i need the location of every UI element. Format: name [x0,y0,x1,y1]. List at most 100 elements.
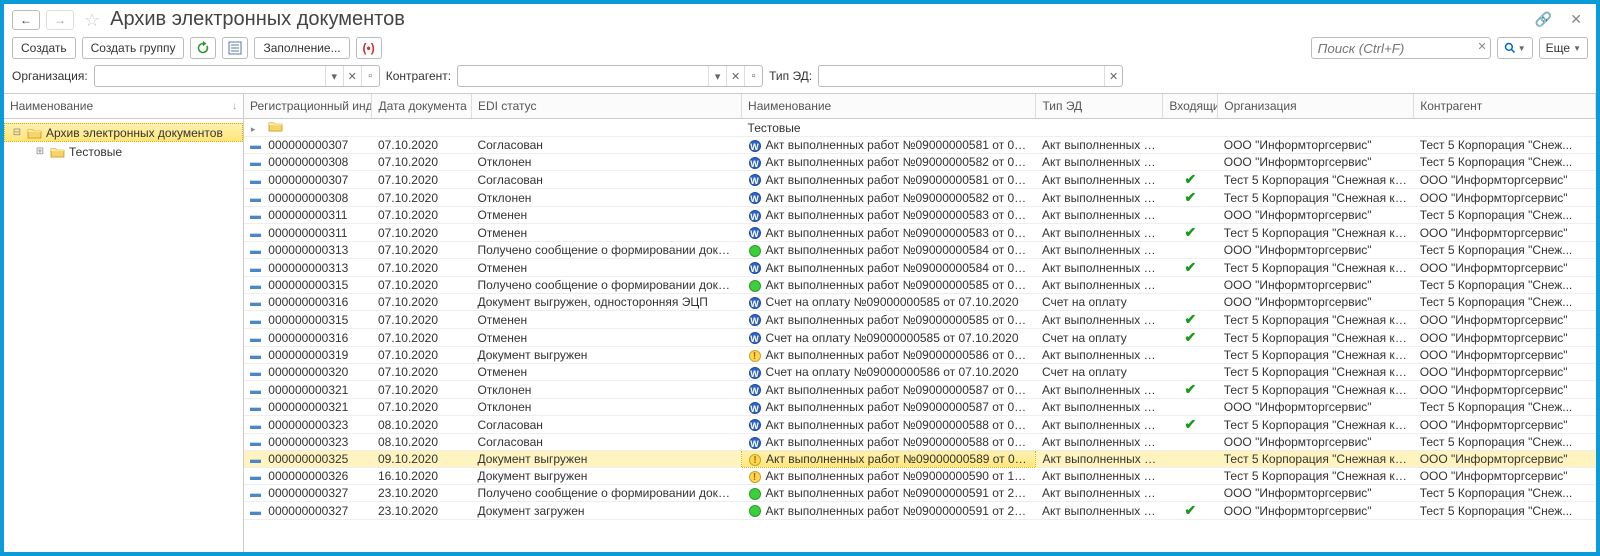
grid-header-row: Регистрационный индекс Дата документа↓ E… [244,94,1596,119]
clear-icon[interactable]: ✕ [343,66,361,86]
expand-icon[interactable]: ▫ [744,66,762,86]
nav-back-button[interactable]: ← [12,10,40,30]
cell-contragent: ООО "Информторгсервис" [1414,311,1596,329]
grid-panel[interactable]: Регистрационный индекс Дата документа↓ E… [244,94,1596,552]
table-row[interactable]: ▬00000000032107.10.2020ОтклоненWАкт выпо… [244,399,1596,416]
cell-org: Тест 5 Корпорация "Снежная корол... [1218,416,1414,434]
cell-incoming: ✔ [1163,502,1218,520]
table-row[interactable]: ▬00000000032723.10.2020Документ загружен… [244,502,1596,520]
table-row[interactable]: ▬00000000031107.10.2020ОтмененWАкт выпол… [244,207,1596,224]
cell-edi-status: Отменен [471,207,741,224]
table-row[interactable]: ▬00000000032107.10.2020ОтклоненWАкт выпо… [244,381,1596,399]
expand-icon[interactable]: ⊞ [34,146,46,157]
table-row[interactable]: ▬00000000031507.10.2020Получено сообщени… [244,277,1596,294]
cell-contragent: ООО "Информторгсервис" [1414,329,1596,347]
cell-name: WАкт выполненных работ №09000000583 от 0… [742,224,1036,242]
table-row[interactable]: ▬00000000032723.10.2020Получено сообщени… [244,485,1596,502]
cell-contragent: Тест 5 Корпорация "Снеж... [1414,294,1596,311]
cell-date: 16.10.2020 [372,468,472,485]
table-row[interactable]: ▬00000000031107.10.2020ОтмененWАкт выпол… [244,224,1596,242]
table-row[interactable]: ▬00000000032509.10.2020Документ выгружен… [244,451,1596,468]
row-marker-icon: ▬ [250,138,262,152]
expand-icon[interactable]: ▫ [361,66,379,86]
link-icon[interactable]: 🔗 [1529,11,1558,28]
check-icon: ✔ [1184,171,1196,187]
table-row[interactable]: ▬00000000032007.10.2020ОтмененWСчет на о… [244,364,1596,381]
col-header-contr[interactable]: Контрагент [1414,94,1596,119]
cell-reg: 000000000321 [262,381,372,399]
table-row[interactable]: ▬00000000031607.10.2020ОтмененWСчет на о… [244,329,1596,347]
clear-icon[interactable]: ✕ [1104,66,1122,86]
filter-type-field[interactable]: ✕ [818,65,1123,87]
cell-incoming [1163,399,1218,416]
refresh-button[interactable] [190,37,216,59]
cell-date: 07.10.2020 [372,311,472,329]
table-row[interactable]: ▬00000000031907.10.2020Документ выгружен… [244,347,1596,364]
cell-edi-status: Получено сообщение о формировании докуме… [471,242,741,259]
search-button[interactable]: ▼ [1497,37,1533,59]
cell-contragent: ООО "Информторгсервис" [1414,259,1596,277]
tree-node[interactable]: ⊞Тестовые [4,142,243,161]
cell-date: 07.10.2020 [372,224,472,242]
grid-table: Регистрационный индекс Дата документа↓ E… [244,94,1596,520]
table-row[interactable]: ▬00000000031607.10.2020Документ выгружен… [244,294,1596,311]
table-row[interactable]: ▬00000000030707.10.2020СогласованWАкт вы… [244,171,1596,189]
cell-name: WАкт выполненных работ №09000000583 от 0… [742,207,1036,224]
cell-name: WСчет на оплату №09000000585 от 07.10.20… [742,329,1036,347]
search-clear-icon[interactable]: ✕ [1477,40,1486,53]
table-row[interactable]: ▬00000000031307.10.2020Получено сообщени… [244,242,1596,259]
table-row[interactable]: ▬00000000032616.10.2020Документ выгружен… [244,468,1596,485]
list-button[interactable] [222,37,248,59]
create-button[interactable]: Создать [12,37,76,59]
collapse-icon[interactable]: ⊟ [11,127,23,138]
clear-icon[interactable]: ✕ [726,66,744,86]
col-header-incoming[interactable]: Входящий [1163,94,1218,119]
table-row[interactable]: ▬00000000030807.10.2020ОтклоненWАкт выпо… [244,189,1596,207]
col-header-date[interactable]: Дата документа↓ [372,94,472,119]
filter-org-field[interactable]: ▾ ✕ ▫ [94,65,380,87]
table-row[interactable]: ▬00000000030707.10.2020СогласованWАкт вы… [244,137,1596,154]
close-icon[interactable]: ✕ [1564,11,1588,28]
nav-forward-button[interactable]: → [46,10,74,30]
cell-contragent: ООО "Информторгсервис" [1414,364,1596,381]
tree-header[interactable]: Наименование ↓ [4,94,243,119]
favorite-star-icon[interactable]: ☆ [84,11,100,29]
col-header-name[interactable]: Наименование [742,94,1036,119]
cell-org: Тест 5 Корпорация "Снежная корол... [1218,364,1414,381]
tree-node[interactable]: ⊟Архив электронных документов [4,123,243,142]
cell-contragent: Тест 5 Корпорация "Снеж... [1414,434,1596,451]
col-header-reg[interactable]: Регистрационный индекс [244,94,372,119]
table-row[interactable]: ▬00000000030807.10.2020ОтклоненWАкт выпо… [244,154,1596,171]
table-row[interactable]: ▬00000000031507.10.2020ОтмененWАкт выпол… [244,311,1596,329]
cell-reg: 000000000316 [262,329,372,347]
folder-icon [27,127,42,139]
cell-contragent: Тест 5 Корпорация "Снеж... [1414,277,1596,294]
table-row[interactable]: ▬00000000032308.10.2020СогласованWАкт вы… [244,416,1596,434]
cell-reg: 000000000323 [262,416,372,434]
col-header-type[interactable]: Тип ЭД [1036,94,1163,119]
chevron-down-icon[interactable]: ▾ [708,66,726,86]
cell-type: Акт выполненных работ [1036,171,1163,189]
broadcast-button[interactable]: (•) [356,37,382,59]
create-group-button[interactable]: Создать группу [82,37,185,59]
cell-type: Счет на оплату [1036,364,1163,381]
filter-contragent-field[interactable]: ▾ ✕ ▫ [457,65,763,87]
check-icon: ✔ [1184,311,1196,327]
row-marker-icon: ▬ [250,261,262,275]
chevron-down-icon[interactable]: ▾ [325,66,343,86]
table-row[interactable]: ▬00000000031307.10.2020ОтмененWАкт выпол… [244,259,1596,277]
chevron-right-icon[interactable]: ▸ [251,124,256,134]
cell-org: Тест 5 Корпорация "Снежная корол... [1218,189,1414,207]
filter-contr-label: Контрагент: [386,69,451,83]
cell-org: ООО "Информторгсервис" [1218,242,1414,259]
col-header-org[interactable]: Организация [1218,94,1414,119]
tree-header-label: Наименование [10,99,93,113]
more-button[interactable]: Еще ▼ [1539,37,1588,59]
search-input[interactable] [1311,37,1491,59]
fill-button[interactable]: Заполнение... [254,37,349,59]
status-blue-icon: W [749,332,761,344]
table-row[interactable]: ▬00000000032308.10.2020СогласованWАкт вы… [244,434,1596,451]
col-header-edi[interactable]: EDI статус [471,94,741,119]
group-row[interactable]: ▸Тестовые [244,119,1596,137]
cell-incoming [1163,294,1218,311]
